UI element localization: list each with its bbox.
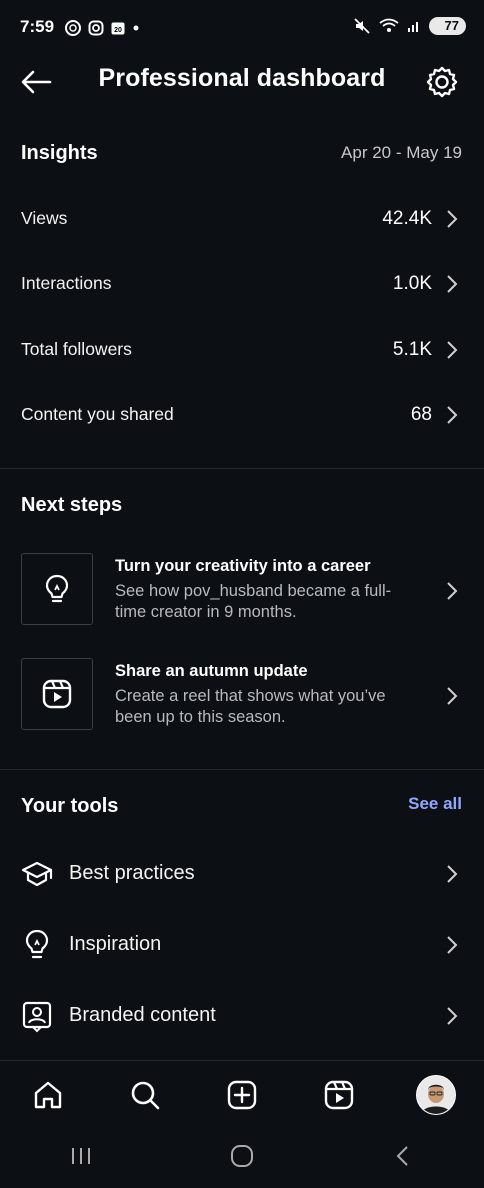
nav-home[interactable] (0, 1062, 97, 1128)
calendar-icon: 20 (111, 22, 125, 35)
step-description: See how pov_husband became a full-time c… (115, 582, 392, 621)
page-title: Professional dashboard (98, 64, 386, 92)
chatgpt-icon (65, 20, 81, 36)
system-navigation-bar (0, 1130, 484, 1182)
section-divider (0, 468, 484, 469)
metric-row-content-shared[interactable]: Content you shared 68 (0, 382, 484, 447)
metric-row-views[interactable]: Views 42.4K (0, 186, 484, 251)
metric-label: Total followers (21, 339, 132, 359)
chevron-right-icon (447, 340, 458, 359)
date-range-selector[interactable]: Apr 20 - May 19 (341, 143, 462, 163)
tool-label: Branded content (69, 1004, 216, 1026)
chevron-right-icon (447, 1007, 458, 1025)
home-icon (35, 1081, 62, 1109)
branded-content-icon (22, 1001, 52, 1033)
wifi-icon (378, 18, 399, 32)
chevron-right-icon (447, 936, 458, 954)
home-system-icon[interactable] (229, 1143, 255, 1169)
signal-icon (407, 22, 418, 32)
metric-value: 1.0K (392, 272, 432, 294)
avatar-portrait-icon (416, 1076, 455, 1114)
nav-create[interactable] (194, 1062, 291, 1128)
mute-icon (353, 18, 370, 34)
step-title: Share an autumn update (115, 662, 308, 680)
chevron-right-icon (447, 405, 458, 424)
next-step-autumn-update[interactable]: Share an autumn update Create a reel tha… (0, 658, 484, 732)
metric-value: 42.4K (382, 207, 432, 229)
chevron-right-icon (447, 865, 458, 883)
more-notifications-dot-icon (133, 25, 139, 31)
chevron-right-icon (447, 582, 458, 600)
recent-apps-icon[interactable] (68, 1144, 94, 1168)
insights-heading: Insights (21, 142, 98, 164)
tool-branded-content[interactable]: Branded content (0, 986, 484, 1046)
section-divider (0, 769, 484, 770)
step-icon-box (21, 658, 93, 730)
reel-icon (42, 679, 72, 709)
svg-text:20: 20 (114, 27, 122, 34)
nav-search[interactable] (97, 1062, 194, 1128)
create-icon (227, 1080, 257, 1110)
chevron-right-icon (447, 274, 458, 293)
your-tools-heading: Your tools (21, 795, 119, 817)
see-all-link[interactable]: See all (408, 794, 462, 814)
tool-label: Inspiration (69, 933, 162, 955)
settings-button[interactable] (424, 64, 460, 100)
battery-level: 77 (444, 18, 459, 33)
profile-avatar (415, 1075, 456, 1115)
lightbulb-icon (25, 929, 49, 959)
tool-best-practices[interactable]: Best practices (0, 844, 484, 904)
metric-row-interactions[interactable]: Interactions 1.0K (0, 251, 484, 316)
bottom-navigation (0, 1062, 484, 1128)
metric-value: 5.1K (392, 338, 432, 360)
tool-label: Best practices (69, 862, 195, 884)
metric-label: Views (21, 208, 68, 228)
graduation-cap-icon (21, 861, 53, 887)
metric-label: Interactions (21, 273, 112, 293)
instagram-icon (88, 20, 104, 36)
next-step-creativity-career[interactable]: Turn your creativity into a career See h… (0, 553, 484, 627)
nav-profile[interactable] (387, 1062, 484, 1128)
back-system-icon[interactable] (390, 1143, 416, 1169)
step-title: Turn your creativity into a career (115, 557, 371, 575)
metric-label: Content you shared (21, 404, 174, 424)
chevron-right-icon (447, 687, 458, 705)
gear-icon (426, 66, 458, 98)
status-right-icons: 77 (353, 17, 466, 35)
lightbulb-icon (45, 574, 69, 603)
search-icon (131, 1081, 160, 1110)
next-steps-heading: Next steps (21, 494, 123, 516)
reels-icon (324, 1080, 353, 1110)
metric-value: 68 (410, 403, 432, 425)
tool-inspiration[interactable]: Inspiration (0, 915, 484, 975)
nav-reels[interactable] (290, 1062, 387, 1128)
metric-row-total-followers[interactable]: Total followers 5.1K (0, 317, 484, 382)
status-time: 7:59 (20, 17, 55, 36)
step-description: Create a reel that shows what you’ve bee… (115, 687, 386, 726)
bottom-nav-divider (0, 1060, 484, 1061)
status-notification-icons: 20 (64, 19, 140, 37)
step-icon-box (21, 553, 93, 625)
battery-indicator: 77 (428, 17, 466, 35)
chevron-right-icon (447, 209, 458, 228)
